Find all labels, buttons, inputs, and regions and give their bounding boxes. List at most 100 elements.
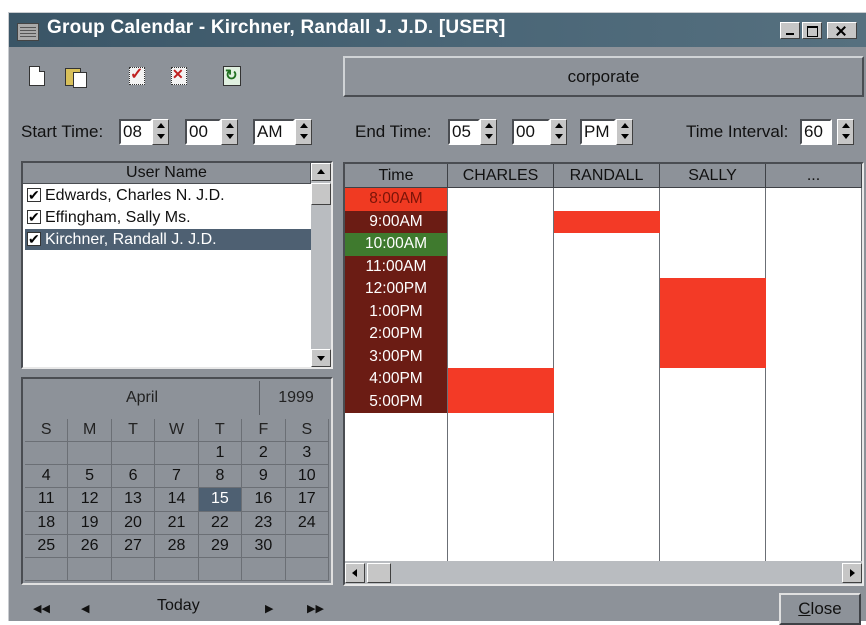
calendar-day[interactable]: 4 — [25, 465, 69, 489]
schedule-column[interactable] — [766, 188, 862, 561]
user-list-item[interactable]: Kirchner, Randall J. J.D. — [25, 229, 311, 250]
busy-block[interactable] — [660, 278, 766, 368]
time-slot[interactable]: 9:00AM — [345, 210, 447, 233]
weekday-header: S — [25, 419, 69, 443]
calendar-day[interactable]: 10 — [285, 465, 329, 489]
start-hour-field[interactable]: 08 — [119, 119, 152, 145]
next-icon[interactable]: ▶ — [265, 601, 273, 617]
time-slot[interactable]: 3:00PM — [345, 345, 447, 368]
calendar-day[interactable]: 26 — [68, 534, 112, 558]
calendar-day[interactable]: 28 — [155, 534, 199, 558]
schedule-scrollbar[interactable] — [345, 561, 862, 584]
calendar-day[interactable]: 16 — [242, 488, 286, 512]
user-list-item[interactable]: Effingham, Sally Ms. — [25, 207, 311, 228]
maximize-button[interactable] — [802, 22, 822, 39]
time-interval-spinner[interactable] — [837, 119, 854, 145]
calendar-day[interactable]: 12 — [68, 488, 112, 512]
calendar-day[interactable]: 15 — [198, 488, 243, 512]
start-ampm-spinner[interactable] — [295, 119, 312, 145]
checkbox-icon[interactable] — [27, 207, 41, 228]
start-ampm-field[interactable]: AM — [253, 119, 295, 145]
time-interval-field[interactable]: 60 — [800, 119, 832, 145]
close-button[interactable]: Close — [779, 593, 861, 625]
user-list-scrollbar[interactable] — [311, 163, 331, 367]
calendar-day[interactable]: 14 — [155, 488, 199, 512]
calendar-year[interactable]: 1999 — [263, 381, 329, 415]
calendar-day[interactable]: 29 — [198, 534, 243, 558]
calendar-day[interactable]: 24 — [285, 511, 329, 535]
calendar-day[interactable]: 7 — [155, 465, 199, 489]
time-slot[interactable]: 2:00PM — [345, 323, 447, 346]
time-slot[interactable]: 11:00AM — [345, 255, 447, 278]
time-slot[interactable]: 8:00AM — [345, 188, 447, 211]
time-slot[interactable]: 12:00PM — [345, 278, 447, 301]
time-slot[interactable]: 5:00PM — [345, 390, 447, 413]
scroll-left-arrow-icon[interactable] — [345, 563, 365, 583]
scroll-thumb[interactable] — [367, 563, 391, 583]
calendar-day[interactable]: 2 — [242, 442, 286, 466]
minimize-button[interactable] — [780, 22, 800, 39]
calendar-day[interactable]: 17 — [285, 488, 329, 512]
calendar-day[interactable]: 23 — [242, 511, 286, 535]
scroll-up-arrow-icon[interactable] — [311, 163, 331, 181]
end-minute-spinner[interactable] — [550, 119, 567, 145]
schedule-column[interactable] — [554, 188, 660, 561]
user-column-header[interactable]: ... — [766, 164, 862, 188]
calendar-day[interactable]: 13 — [111, 488, 156, 512]
calendar-month[interactable]: April — [25, 381, 260, 415]
calendar-day[interactable]: 9 — [242, 465, 286, 489]
user-column-header[interactable]: RANDALL — [554, 164, 660, 188]
checkbox-icon[interactable] — [27, 229, 41, 250]
calendar-day[interactable]: 20 — [111, 511, 156, 535]
time-slot[interactable]: 4:00PM — [345, 368, 447, 391]
time-slot[interactable]: 10:00AM — [345, 233, 447, 256]
refresh-icon[interactable] — [223, 66, 241, 86]
scroll-thumb[interactable] — [311, 183, 331, 205]
calendar-day[interactable]: 25 — [25, 534, 69, 558]
close-window-button[interactable] — [827, 22, 857, 39]
calendar-day[interactable]: 1 — [198, 442, 243, 466]
calendar-day[interactable]: 3 — [285, 442, 329, 466]
last-page-icon[interactable]: ▶▶ — [307, 601, 324, 617]
time-slot[interactable]: 1:00PM — [345, 300, 447, 323]
scroll-right-arrow-icon[interactable] — [842, 563, 862, 583]
start-minute-field[interactable]: 00 — [185, 119, 221, 145]
calendar-day[interactable]: 8 — [198, 465, 243, 489]
title-bar[interactable]: Group Calendar - Kirchner, Randall J. J.… — [9, 13, 866, 47]
calendar-day[interactable]: 6 — [111, 465, 156, 489]
calendar-day[interactable]: 11 — [25, 488, 69, 512]
scroll-down-arrow-icon[interactable] — [311, 349, 331, 367]
calendar-app-icon[interactable] — [17, 23, 39, 41]
user-column-header[interactable]: CHARLES — [448, 164, 554, 188]
previous-icon[interactable]: ◀ — [81, 601, 89, 617]
user-name-column-header[interactable]: User Name — [23, 163, 311, 184]
checkbox-icon[interactable] — [27, 185, 41, 206]
end-hour-spinner[interactable] — [480, 119, 497, 145]
time-column-header[interactable]: Time — [345, 164, 448, 188]
busy-block[interactable] — [554, 210, 660, 233]
first-page-icon[interactable]: ◀◀ — [33, 601, 50, 617]
calendar-day[interactable]: 19 — [68, 511, 112, 535]
schedule-column[interactable] — [660, 188, 766, 561]
calendar-day[interactable]: 5 — [68, 465, 112, 489]
end-ampm-field[interactable]: PM — [580, 119, 616, 145]
calendar-day[interactable]: 30 — [242, 534, 286, 558]
end-ampm-spinner[interactable] — [616, 119, 633, 145]
start-minute-spinner[interactable] — [221, 119, 238, 145]
calendar-day[interactable]: 27 — [111, 534, 156, 558]
user-column-header[interactable]: SALLY — [660, 164, 766, 188]
busy-block[interactable] — [448, 368, 554, 413]
calendar-day[interactable]: 22 — [198, 511, 243, 535]
calendar-day[interactable]: 21 — [155, 511, 199, 535]
group-selector[interactable]: corporate — [343, 56, 864, 97]
new-document-icon[interactable] — [29, 66, 45, 86]
today-button[interactable]: Today — [157, 598, 200, 614]
calendar-day[interactable]: 18 — [25, 511, 69, 535]
mark-accept-icon[interactable] — [127, 64, 147, 86]
user-list-item[interactable]: Edwards, Charles N. J.D. — [25, 185, 311, 206]
end-hour-field[interactable]: 05 — [448, 119, 480, 145]
start-hour-spinner[interactable] — [152, 119, 169, 145]
end-minute-field[interactable]: 00 — [512, 119, 550, 145]
open-document-icon[interactable] — [65, 66, 87, 88]
mark-decline-icon[interactable] — [169, 66, 189, 86]
